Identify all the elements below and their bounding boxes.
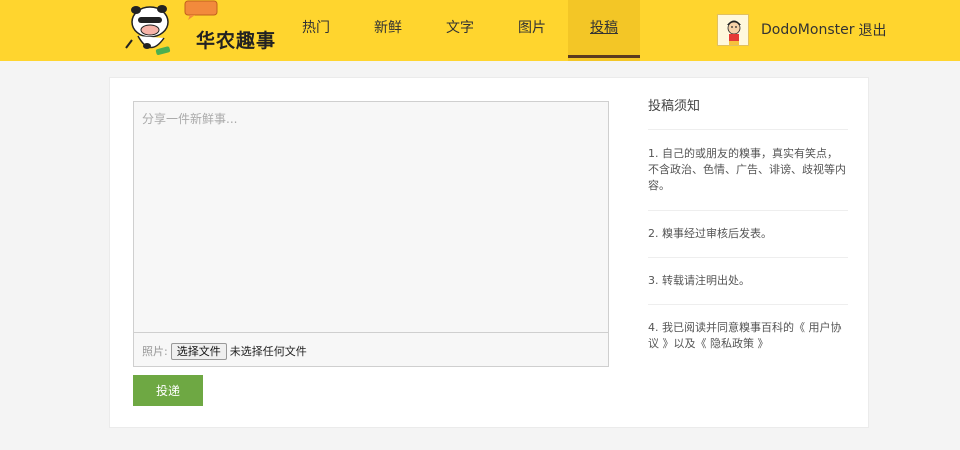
avatar-cartoon-icon — [718, 15, 748, 45]
file-status: 未选择任何文件 — [229, 345, 307, 358]
post-content-input[interactable] — [134, 102, 608, 333]
nav-images[interactable]: 图片 — [496, 0, 568, 61]
nav-text[interactable]: 文字 — [424, 0, 496, 61]
notice-item-4-mid: 以及 — [673, 337, 696, 350]
notice-title: 投稿须知 — [648, 92, 848, 130]
site-logo[interactable]: 华农趣事 — [118, 0, 278, 61]
cow-mascot-icon — [125, 5, 171, 56]
avatar[interactable] — [717, 14, 749, 46]
submission-card: 照片: 选择文件 未选择任何文件 投递 投稿须知 1. 自己的或朋友的糗事，真实… — [109, 77, 869, 428]
user-area: DodoMonster 退出 — [717, 13, 886, 47]
nav-fresh[interactable]: 新鲜 — [352, 0, 424, 61]
nav-submit-label: 投稿 — [590, 20, 618, 36]
main-nav: 热门 新鲜 文字 图片 投稿 — [280, 0, 640, 61]
username[interactable]: DodoMonster — [761, 22, 854, 38]
site-header: 华农趣事 热门 新鲜 文字 图片 投稿 DodoMonster 退出 — [0, 0, 960, 61]
speech-bubble-icon — [184, 0, 218, 20]
notice-item-3: 3. 转载请注明出处。 — [648, 258, 848, 305]
notice-item-4-prefix: 4. 我已阅读并同意糗事百科的 — [648, 321, 794, 334]
submit-button[interactable]: 投递 — [133, 375, 203, 406]
notice-item-4: 4. 我已阅读并同意糗事百科的《 用户协议 》以及《 隐私政策 》 — [648, 305, 848, 352]
submission-notice: 投稿须知 1. 自己的或朋友的糗事，真实有笑点，不含政治、色情、广告、诽谤、歧视… — [648, 92, 848, 352]
nav-text-label: 文字 — [446, 20, 474, 36]
nav-fresh-label: 新鲜 — [374, 20, 402, 36]
brand-name: 华农趣事 — [196, 30, 277, 52]
choose-file-button[interactable]: 选择文件 — [170, 342, 227, 360]
notice-item-1: 1. 自己的或朋友的糗事，真实有笑点，不含政治、色情、广告、诽谤、歧视等内容。 — [648, 130, 848, 211]
nav-hot-label: 热门 — [302, 20, 330, 36]
nav-images-label: 图片 — [518, 20, 546, 36]
privacy-policy-link[interactable]: 《 隐私政策 》 — [696, 337, 769, 350]
nav-hot[interactable]: 热门 — [280, 0, 352, 61]
photo-upload-row: 照片: 选择文件 未选择任何文件 — [142, 341, 307, 361]
nav-submit[interactable]: 投稿 — [568, 0, 640, 61]
post-editor: 照片: 选择文件 未选择任何文件 — [133, 101, 609, 367]
notice-item-2: 2. 糗事经过审核后发表。 — [648, 211, 848, 258]
photo-label: 照片: — [142, 345, 168, 358]
logout-link[interactable]: 退出 — [858, 20, 886, 40]
